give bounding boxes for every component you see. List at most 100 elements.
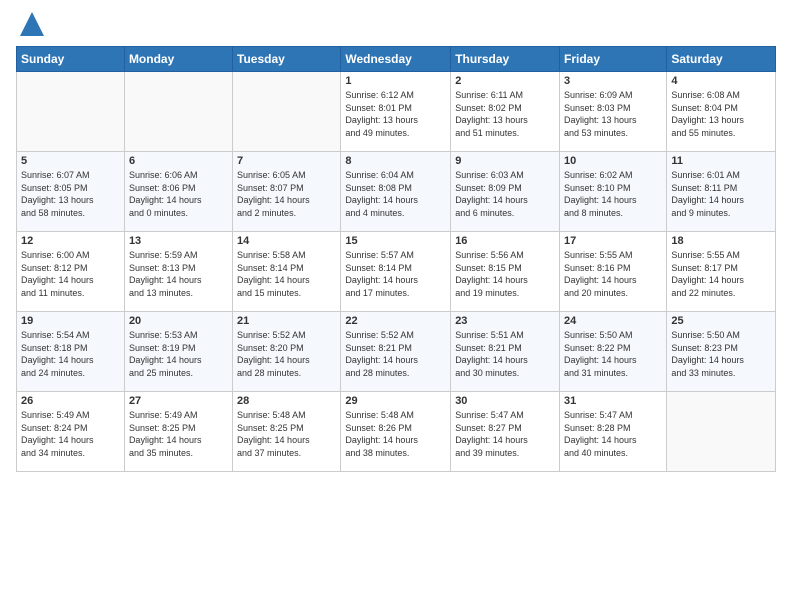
day-number: 3 bbox=[564, 75, 662, 87]
calendar-cell: 27 Sunrise: 5:49 AM Sunset: 8:25 PM Dayli… bbox=[124, 392, 232, 472]
day-info: Sunrise: 5:57 AM Sunset: 8:14 PM Dayligh… bbox=[345, 249, 446, 299]
day-info: Sunrise: 6:05 AM Sunset: 8:07 PM Dayligh… bbox=[237, 169, 336, 219]
day-info: Sunrise: 6:12 AM Sunset: 8:01 PM Dayligh… bbox=[345, 89, 446, 139]
day-number: 20 bbox=[129, 315, 228, 327]
calendar-cell: 30 Sunrise: 5:47 AM Sunset: 8:27 PM Dayli… bbox=[451, 392, 560, 472]
day-info: Sunrise: 5:49 AM Sunset: 8:24 PM Dayligh… bbox=[21, 409, 120, 459]
day-number: 27 bbox=[129, 395, 228, 407]
day-number: 16 bbox=[455, 235, 555, 247]
calendar-cell: 5 Sunrise: 6:07 AM Sunset: 8:05 PM Daylig… bbox=[17, 152, 125, 232]
day-info: Sunrise: 5:50 AM Sunset: 8:22 PM Dayligh… bbox=[564, 329, 662, 379]
day-number: 10 bbox=[564, 155, 662, 167]
day-number: 1 bbox=[345, 75, 446, 87]
weekday-header: Thursday bbox=[451, 47, 560, 72]
calendar-cell: 19 Sunrise: 5:54 AM Sunset: 8:18 PM Dayli… bbox=[17, 312, 125, 392]
calendar-week-row: 26Sunrise: 5:49 AM Sunset: 8:24 PM Dayli… bbox=[17, 392, 776, 472]
calendar-cell: 9 Sunrise: 6:03 AM Sunset: 8:09 PM Daylig… bbox=[451, 152, 560, 232]
day-info: Sunrise: 5:47 AM Sunset: 8:28 PM Dayligh… bbox=[564, 409, 662, 459]
day-info: Sunrise: 6:01 AM Sunset: 8:11 PM Dayligh… bbox=[671, 169, 771, 219]
day-info: Sunrise: 5:53 AM Sunset: 8:19 PM Dayligh… bbox=[129, 329, 228, 379]
day-number: 31 bbox=[564, 395, 662, 407]
calendar-cell: 20 Sunrise: 5:53 AM Sunset: 8:19 PM Dayli… bbox=[124, 312, 232, 392]
calendar-cell: 12 Sunrise: 6:00 AM Sunset: 8:12 PM Dayli… bbox=[17, 232, 125, 312]
calendar-cell: 18 Sunrise: 5:55 AM Sunset: 8:17 PM Dayli… bbox=[667, 232, 776, 312]
calendar-week-row: 1 Sunrise: 6:12 AM Sunset: 8:01 PM Daylig… bbox=[17, 72, 776, 152]
calendar: SundayMondayTuesdayWednesdayThursdayFrid… bbox=[16, 46, 776, 472]
logo-icon bbox=[18, 10, 46, 38]
calendar-cell: 26Sunrise: 5:49 AM Sunset: 8:24 PM Dayli… bbox=[17, 392, 125, 472]
calendar-cell: 16 Sunrise: 5:56 AM Sunset: 8:15 PM Dayli… bbox=[451, 232, 560, 312]
page: SundayMondayTuesdayWednesdayThursdayFrid… bbox=[0, 0, 792, 482]
day-number: 30 bbox=[455, 395, 555, 407]
day-info: Sunrise: 5:52 AM Sunset: 8:20 PM Dayligh… bbox=[237, 329, 336, 379]
calendar-cell: 6 Sunrise: 6:06 AM Sunset: 8:06 PM Daylig… bbox=[124, 152, 232, 232]
day-number: 14 bbox=[237, 235, 336, 247]
calendar-cell bbox=[233, 72, 341, 152]
day-number: 6 bbox=[129, 155, 228, 167]
day-info: Sunrise: 6:04 AM Sunset: 8:08 PM Dayligh… bbox=[345, 169, 446, 219]
weekday-header: Tuesday bbox=[233, 47, 341, 72]
calendar-cell: 7 Sunrise: 6:05 AM Sunset: 8:07 PM Daylig… bbox=[233, 152, 341, 232]
day-info: Sunrise: 6:02 AM Sunset: 8:10 PM Dayligh… bbox=[564, 169, 662, 219]
day-info: Sunrise: 5:47 AM Sunset: 8:27 PM Dayligh… bbox=[455, 409, 555, 459]
day-info: Sunrise: 5:52 AM Sunset: 8:21 PM Dayligh… bbox=[345, 329, 446, 379]
day-info: Sunrise: 6:06 AM Sunset: 8:06 PM Dayligh… bbox=[129, 169, 228, 219]
day-info: Sunrise: 5:59 AM Sunset: 8:13 PM Dayligh… bbox=[129, 249, 228, 299]
day-info: Sunrise: 5:48 AM Sunset: 8:25 PM Dayligh… bbox=[237, 409, 336, 459]
day-number: 18 bbox=[671, 235, 771, 247]
day-info: Sunrise: 5:54 AM Sunset: 8:18 PM Dayligh… bbox=[21, 329, 120, 379]
day-number: 12 bbox=[21, 235, 120, 247]
day-info: Sunrise: 6:09 AM Sunset: 8:03 PM Dayligh… bbox=[564, 89, 662, 139]
day-number: 28 bbox=[237, 395, 336, 407]
weekday-header: Saturday bbox=[667, 47, 776, 72]
day-number: 24 bbox=[564, 315, 662, 327]
calendar-cell: 13 Sunrise: 5:59 AM Sunset: 8:13 PM Dayli… bbox=[124, 232, 232, 312]
weekday-header: Friday bbox=[560, 47, 667, 72]
day-number: 22 bbox=[345, 315, 446, 327]
calendar-cell: 14 Sunrise: 5:58 AM Sunset: 8:14 PM Dayli… bbox=[233, 232, 341, 312]
day-info: Sunrise: 5:55 AM Sunset: 8:16 PM Dayligh… bbox=[564, 249, 662, 299]
day-info: Sunrise: 5:50 AM Sunset: 8:23 PM Dayligh… bbox=[671, 329, 771, 379]
day-number: 5 bbox=[21, 155, 120, 167]
calendar-cell: 29Sunrise: 5:48 AM Sunset: 8:26 PM Dayli… bbox=[341, 392, 451, 472]
day-number: 23 bbox=[455, 315, 555, 327]
day-number: 17 bbox=[564, 235, 662, 247]
calendar-cell: 17 Sunrise: 5:55 AM Sunset: 8:16 PM Dayli… bbox=[560, 232, 667, 312]
calendar-cell: 21Sunrise: 5:52 AM Sunset: 8:20 PM Dayli… bbox=[233, 312, 341, 392]
calendar-cell bbox=[667, 392, 776, 472]
day-info: Sunrise: 5:58 AM Sunset: 8:14 PM Dayligh… bbox=[237, 249, 336, 299]
day-info: Sunrise: 5:55 AM Sunset: 8:17 PM Dayligh… bbox=[671, 249, 771, 299]
calendar-cell: 22 Sunrise: 5:52 AM Sunset: 8:21 PM Dayli… bbox=[341, 312, 451, 392]
header bbox=[16, 10, 776, 38]
day-number: 7 bbox=[237, 155, 336, 167]
day-info: Sunrise: 6:07 AM Sunset: 8:05 PM Dayligh… bbox=[21, 169, 120, 219]
day-info: Sunrise: 5:51 AM Sunset: 8:21 PM Dayligh… bbox=[455, 329, 555, 379]
day-number: 11 bbox=[671, 155, 771, 167]
calendar-header-row: SundayMondayTuesdayWednesdayThursdayFrid… bbox=[17, 47, 776, 72]
day-info: Sunrise: 5:56 AM Sunset: 8:15 PM Dayligh… bbox=[455, 249, 555, 299]
calendar-cell: 2Sunrise: 6:11 AM Sunset: 8:02 PM Daylig… bbox=[451, 72, 560, 152]
day-info: Sunrise: 6:00 AM Sunset: 8:12 PM Dayligh… bbox=[21, 249, 120, 299]
calendar-cell: 4Sunrise: 6:08 AM Sunset: 8:04 PM Daylig… bbox=[667, 72, 776, 152]
day-info: Sunrise: 5:48 AM Sunset: 8:26 PM Dayligh… bbox=[345, 409, 446, 459]
calendar-cell: 28 Sunrise: 5:48 AM Sunset: 8:25 PM Dayli… bbox=[233, 392, 341, 472]
day-number: 13 bbox=[129, 235, 228, 247]
day-number: 25 bbox=[671, 315, 771, 327]
calendar-week-row: 12 Sunrise: 6:00 AM Sunset: 8:12 PM Dayli… bbox=[17, 232, 776, 312]
calendar-cell: 15 Sunrise: 5:57 AM Sunset: 8:14 PM Dayli… bbox=[341, 232, 451, 312]
calendar-cell: 31 Sunrise: 5:47 AM Sunset: 8:28 PM Dayli… bbox=[560, 392, 667, 472]
day-info: Sunrise: 6:03 AM Sunset: 8:09 PM Dayligh… bbox=[455, 169, 555, 219]
calendar-cell: 25 Sunrise: 5:50 AM Sunset: 8:23 PM Dayli… bbox=[667, 312, 776, 392]
calendar-week-row: 19 Sunrise: 5:54 AM Sunset: 8:18 PM Dayli… bbox=[17, 312, 776, 392]
weekday-header: Monday bbox=[124, 47, 232, 72]
calendar-cell: 10 Sunrise: 6:02 AM Sunset: 8:10 PM Dayli… bbox=[560, 152, 667, 232]
calendar-cell: 3 Sunrise: 6:09 AM Sunset: 8:03 PM Daylig… bbox=[560, 72, 667, 152]
day-number: 15 bbox=[345, 235, 446, 247]
day-number: 19 bbox=[21, 315, 120, 327]
calendar-cell: 1 Sunrise: 6:12 AM Sunset: 8:01 PM Daylig… bbox=[341, 72, 451, 152]
weekday-header: Sunday bbox=[17, 47, 125, 72]
day-number: 9 bbox=[455, 155, 555, 167]
day-info: Sunrise: 5:49 AM Sunset: 8:25 PM Dayligh… bbox=[129, 409, 228, 459]
logo bbox=[16, 10, 46, 38]
day-info: Sunrise: 6:08 AM Sunset: 8:04 PM Dayligh… bbox=[671, 89, 771, 139]
